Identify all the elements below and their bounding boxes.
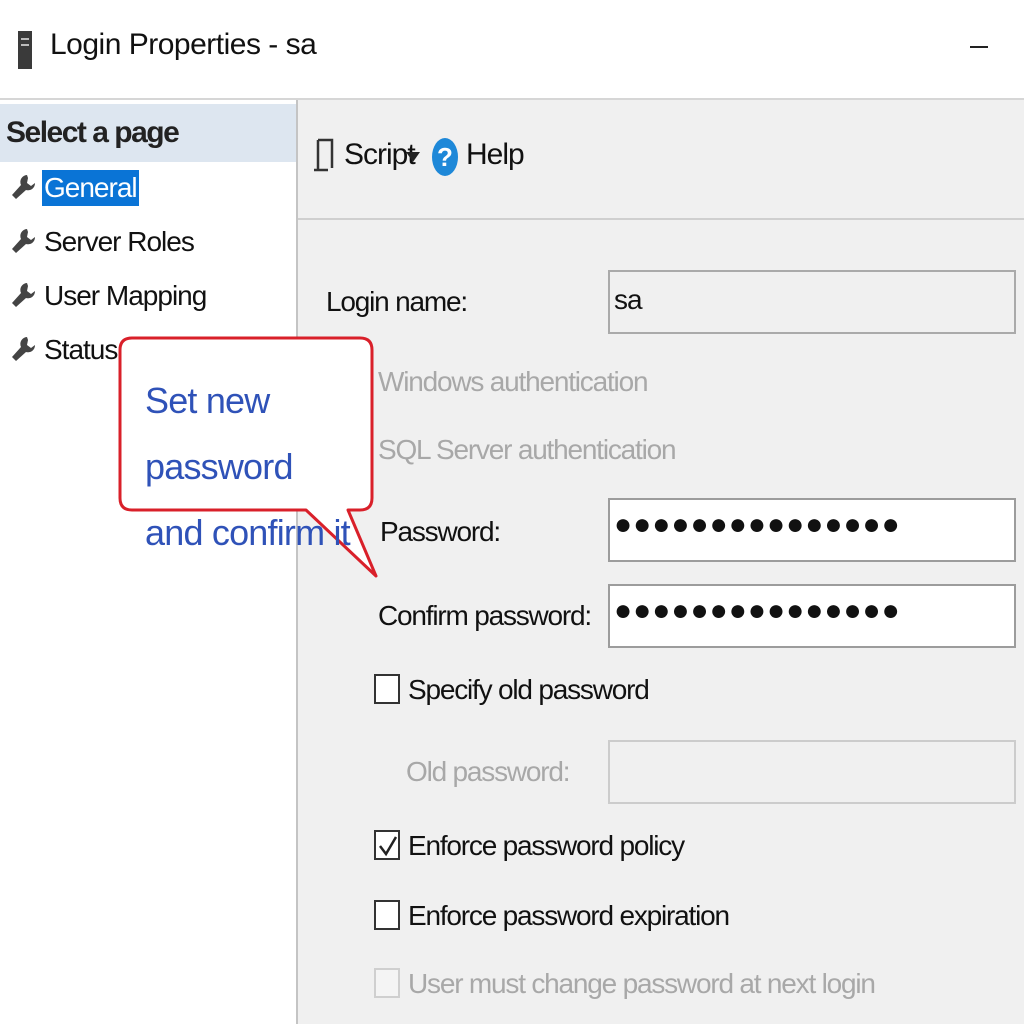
login-name-value: sa [614,284,643,315]
old-password-label: Old password: [406,756,571,787]
server-icon [18,31,32,69]
callout-line-2: and confirm it [145,512,351,553]
specify-old-password-label: Specify old password [408,674,650,705]
script-button[interactable]: Script [344,138,416,172]
wrench-icon [12,229,36,253]
confirm-password-field[interactable]: ●●●●●●●●●●●●●●● [608,584,1016,648]
sql-auth-option[interactable]: SQL Server authentication [378,434,677,466]
sidebar-item-label: Server Roles [44,226,195,257]
windows-auth-option[interactable]: Windows authentication [378,366,649,398]
enforce-policy-label: Enforce password policy [408,830,685,861]
wrench-icon [12,283,36,307]
password-field[interactable]: ●●●●●●●●●●●●●●● [608,498,1016,562]
old-password-field[interactable] [608,740,1016,804]
callout-line-1: Set new password [145,380,293,487]
password-label: Password: [380,516,501,547]
callout-text: Set new password and confirm it [145,368,365,566]
sidebar-item-general[interactable]: General [8,164,288,210]
password-value: ●●●●●●●●●●●●●●● [614,508,901,541]
wrench-icon [12,175,36,199]
chevron-down-icon[interactable] [406,152,420,162]
sidebar-item-label: User Mapping [44,280,207,311]
sidebar-item-user-mapping[interactable]: User Mapping [8,272,288,318]
svg-text:?: ? [437,142,453,172]
toolbar: Script ? Help [298,100,1024,220]
must-change-checkbox[interactable] [374,968,400,998]
wrench-icon [12,337,36,361]
enforce-expiration-checkbox[interactable] [374,900,400,930]
help-button[interactable]: Help [466,138,525,172]
sidebar-item-label: Status [44,334,118,365]
specify-old-password-checkbox[interactable] [374,674,400,704]
general-page-panel: Script ? Help Login name: sa Windows aut… [298,100,1024,1024]
window-title: Login Properties - sa [50,28,317,61]
sidebar-header: Select a page [0,104,296,162]
must-change-label: User must change password at next login [408,968,876,999]
title-bar: Login Properties - sa [0,0,1024,100]
minimize-icon[interactable] [968,30,992,54]
sidebar-item-server-roles[interactable]: Server Roles [8,218,288,264]
login-name-field[interactable]: sa [608,270,1016,334]
help-icon[interactable]: ? [431,136,459,178]
confirm-password-label: Confirm password: [378,600,592,631]
checkmark-icon [379,836,398,857]
sidebar-item-label: General [42,170,139,206]
script-icon[interactable] [312,138,334,174]
sidebar-header-label: Select a page [6,116,180,149]
enforce-expiration-label: Enforce password expiration [408,900,730,931]
confirm-password-value: ●●●●●●●●●●●●●●● [614,594,901,627]
enforce-policy-checkbox[interactable] [374,830,400,860]
login-name-label: Login name: [326,286,468,317]
